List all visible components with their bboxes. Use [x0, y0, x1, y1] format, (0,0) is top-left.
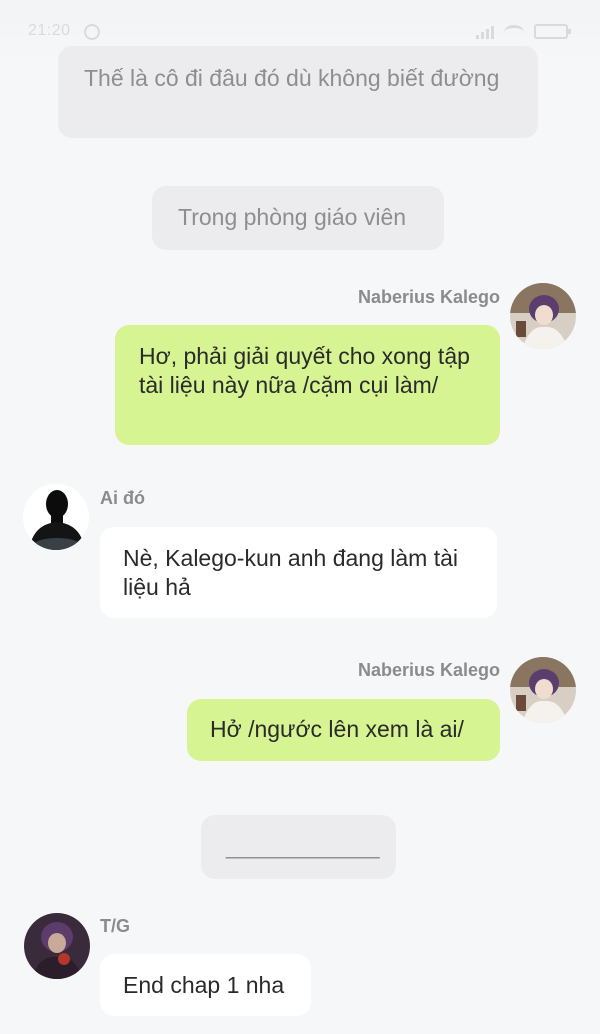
narration-text: Trong phòng giáo viên — [178, 204, 407, 230]
outgoing-message-bubble[interactable]: Hở /ngước lên xem là ai/ — [187, 699, 500, 761]
incoming-message-bubble[interactable]: End chap 1 nha — [100, 954, 311, 1016]
silhouette-avatar[interactable] — [23, 484, 89, 550]
narration-bubble[interactable]: ____________ — [201, 815, 396, 879]
narration-bubble[interactable]: Trong phòng giáo viên — [152, 186, 444, 250]
wifi-icon — [504, 25, 524, 39]
sender-name: T/G — [100, 916, 130, 936]
battery-icon — [534, 24, 571, 39]
narration-text: ____________ — [226, 833, 380, 859]
message-text: Hở /ngước lên xem là ai/ — [210, 716, 464, 742]
narration-bubble[interactable]: Thế là cô đi đâu đó dù không biết đường — [58, 46, 538, 138]
alarm-icon — [84, 24, 100, 40]
sender-name: Naberius Kalego — [357, 287, 500, 307]
outgoing-message-bubble[interactable]: Hơ, phải giải quyết cho xong tập tài liệ… — [115, 325, 500, 445]
incoming-message-bubble[interactable]: Nè, Kalego-kun anh đang làm tài liệu hả — [100, 527, 497, 618]
status-time: 21:20 — [28, 22, 71, 39]
author-avatar[interactable] — [24, 913, 90, 979]
message-text: End chap 1 nha — [123, 972, 285, 998]
signal-icon — [476, 26, 494, 39]
message-text: Hơ, phải giải quyết cho xong tập tài liệ… — [139, 343, 470, 398]
narration-text: Thế là cô đi đâu đó dù không biết đường — [84, 65, 500, 91]
status-indicators — [476, 24, 571, 39]
kalego-avatar[interactable] — [510, 657, 576, 723]
message-text: Nè, Kalego-kun anh đang làm tài liệu hả — [123, 545, 458, 600]
kalego-avatar[interactable] — [510, 283, 576, 349]
sender-name: Naberius Kalego — [357, 660, 500, 680]
sender-name: Ai đó — [100, 488, 145, 508]
